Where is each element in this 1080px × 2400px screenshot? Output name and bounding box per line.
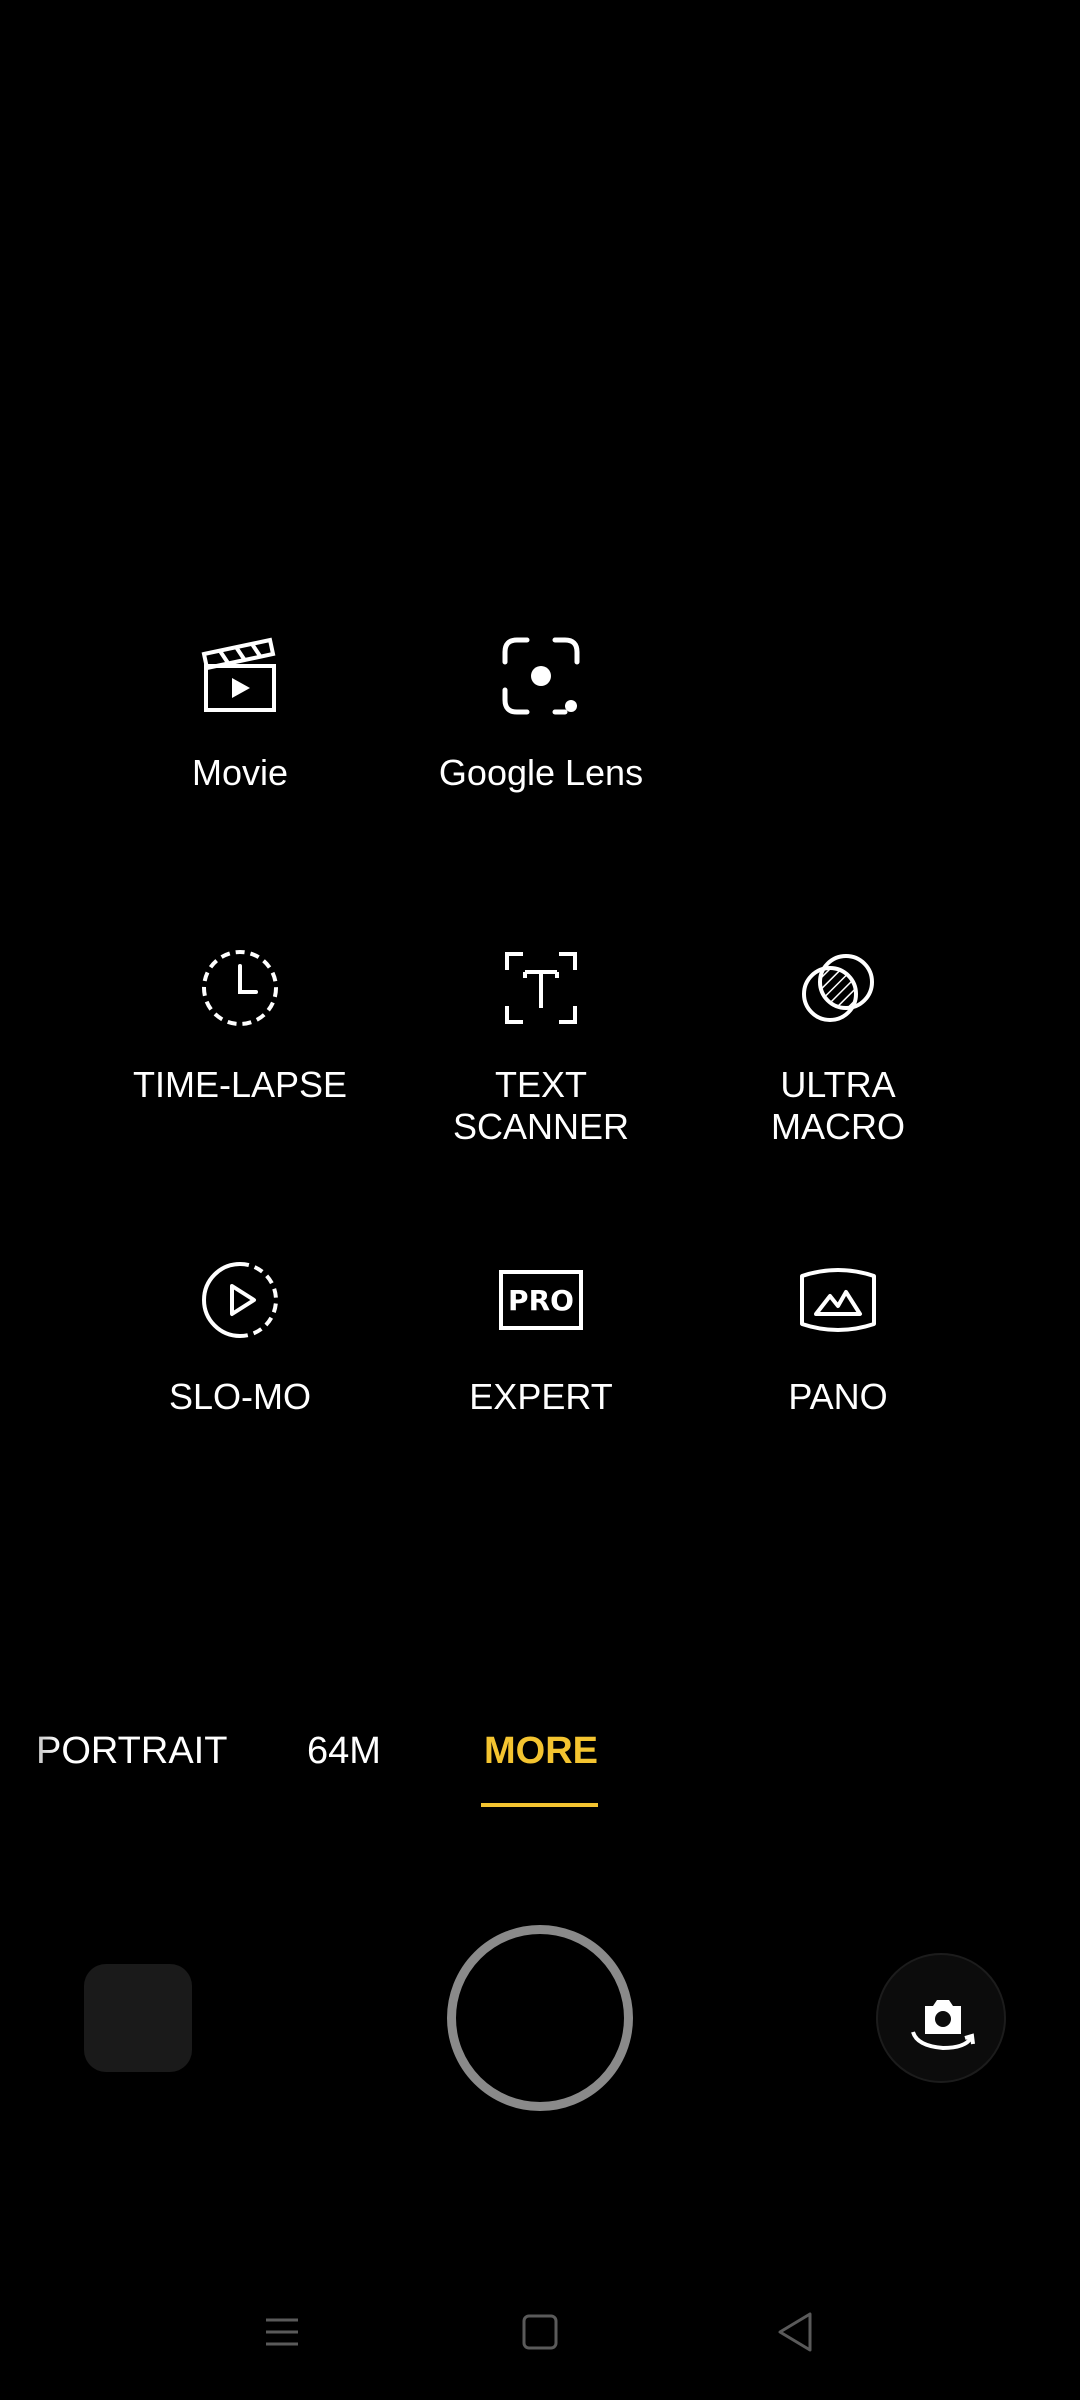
timelapse-clock-icon — [192, 940, 288, 1036]
mode-label: Movie — [191, 752, 289, 793]
menu-icon — [266, 2318, 298, 2346]
mode-label: SLO-MO — [168, 1376, 311, 1417]
pro-mode-icon: PRO — [493, 1252, 589, 1348]
mode-expert[interactable]: PRO EXPERT — [391, 1252, 691, 1418]
mode-label: TIME-LAPSE — [132, 1064, 348, 1105]
home-square-icon — [522, 2314, 558, 2350]
slow-motion-icon — [192, 1252, 288, 1348]
nav-home-button[interactable] — [508, 2300, 572, 2364]
panorama-icon — [790, 1252, 886, 1348]
shutter-button[interactable] — [447, 1925, 633, 2111]
mode-label: Google Lens — [438, 752, 644, 793]
mode-tab-more[interactable]: MORE — [484, 1723, 598, 1779]
mode-tab-portrait[interactable]: PORTRAIT — [36, 1723, 227, 1779]
clapperboard-icon — [192, 628, 288, 724]
mode-text-scanner[interactable]: TEXT SCANNER — [391, 940, 691, 1148]
mode-time-lapse[interactable]: TIME-LAPSE — [90, 940, 390, 1106]
macro-lens-icon — [790, 940, 886, 1036]
nav-recents-button[interactable] — [250, 2300, 314, 2364]
mode-label: TEXT SCANNER — [452, 1064, 630, 1147]
mode-tab-64m[interactable]: 64M — [307, 1723, 381, 1779]
back-triangle-icon — [778, 2312, 812, 2352]
mode-ultra-macro[interactable]: ULTRA MACRO — [688, 940, 988, 1148]
gallery-thumbnail-icon[interactable] — [84, 1964, 192, 2072]
text-scan-icon — [493, 940, 589, 1036]
mode-pano[interactable]: PANO — [688, 1252, 988, 1418]
mode-label: ULTRA MACRO — [771, 1064, 905, 1147]
flip-camera-button[interactable] — [876, 1953, 1006, 2083]
active-mode-indicator — [481, 1803, 598, 1807]
svg-text:PRO: PRO — [508, 1284, 574, 1317]
mode-label: EXPERT — [469, 1376, 613, 1417]
nav-back-button[interactable] — [764, 2300, 828, 2364]
camera-mode-bar[interactable]: PORTRAIT 64M MORE — [0, 1715, 1080, 1807]
mode-movie[interactable]: Movie — [90, 628, 390, 794]
mode-label: PANO — [788, 1376, 888, 1417]
flip-camera-icon — [911, 2000, 975, 2051]
google-lens-icon — [493, 628, 589, 724]
mode-slo-mo[interactable]: SLO-MO — [90, 1252, 390, 1418]
mode-google-lens[interactable]: Google Lens — [391, 628, 691, 794]
